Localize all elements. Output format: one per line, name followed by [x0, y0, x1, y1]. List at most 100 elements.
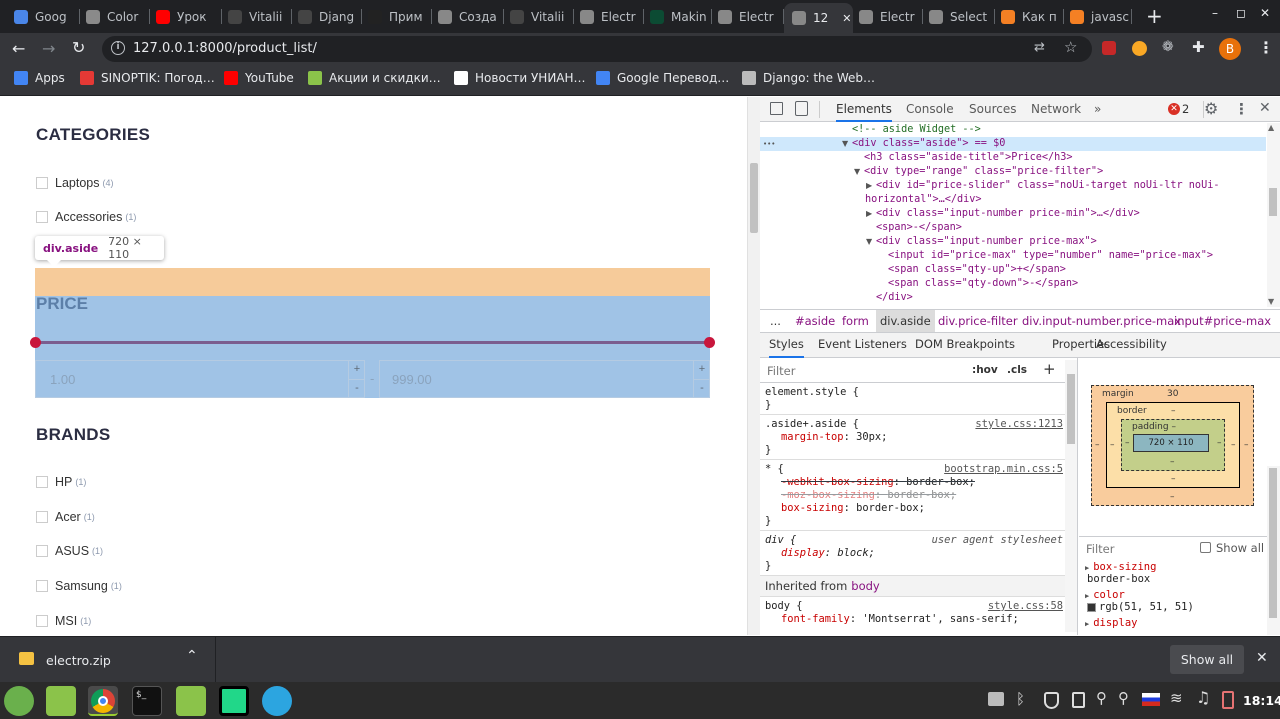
css-property[interactable]: margin-top: 30px; — [781, 431, 887, 443]
styles-scrollbar-thumb[interactable] — [1067, 374, 1075, 444]
sound-icon[interactable]: ♫ — [1196, 688, 1210, 707]
browser-tab[interactable]: Electr — [853, 4, 923, 29]
price-max-input[interactable]: 999.00 + - — [379, 360, 710, 398]
devtools-tab[interactable]: Elements — [836, 97, 892, 122]
bookmark-item[interactable]: Акции и скидки… — [308, 71, 441, 85]
clipboard-icon[interactable] — [1072, 692, 1085, 708]
price-slider-min-handle[interactable] — [30, 337, 41, 348]
browser-tab[interactable]: Как п — [995, 4, 1064, 29]
dom-node-line[interactable]: ▼ <div class="input-number price-max"> — [760, 235, 1266, 249]
computed-scrollbar-thumb[interactable] — [1269, 468, 1277, 618]
computed-property[interactable]: ▶ color rgb(51, 51, 51) — [1085, 589, 1194, 613]
filter-checkbox-item[interactable]: Laptops (4) — [36, 176, 113, 190]
breadcrumb-item[interactable]: input#price-max — [1170, 310, 1275, 332]
filter-checkbox-item[interactable]: HP (1) — [36, 475, 86, 489]
dom-node-line[interactable]: <span>-</span> — [760, 221, 1266, 235]
css-source-link[interactable]: style.css:1213 — [975, 418, 1063, 430]
computed-property[interactable]: ▶ display — [1085, 617, 1137, 629]
breadcrumb-item[interactable]: div.input-number.price-max — [1018, 310, 1185, 332]
filter-checkbox-item[interactable]: ASUS (1) — [36, 544, 103, 558]
forward-icon[interactable]: → — [42, 39, 55, 58]
expand-arrow-icon[interactable]: ▼ — [866, 235, 872, 249]
devtools-menu-icon[interactable]: ⋮ — [1234, 100, 1249, 118]
hover-state-toggle[interactable]: :hov — [972, 364, 998, 376]
ublock-icon[interactable] — [1102, 41, 1116, 55]
location-icon[interactable]: ⚲ — [1118, 689, 1129, 707]
dom-node-line[interactable]: ▶ <div id="price-slider" class="noUi-targ… — [760, 179, 1266, 193]
dom-scrollbar-thumb[interactable] — [1269, 188, 1277, 216]
browser-tab[interactable]: 12 ✕ — [784, 3, 853, 33]
wifi-icon[interactable]: ≋ — [1170, 689, 1183, 707]
terminal-icon[interactable]: $_ — [132, 686, 162, 716]
css-source-link[interactable]: bootstrap.min.css:5 — [944, 463, 1063, 475]
bookmark-item[interactable]: YouTube — [224, 71, 294, 85]
browser-tab[interactable]: Color — [80, 4, 150, 29]
address-bar[interactable]: i 127.0.0.1:8000/product_list/ ⇄ ☆ — [102, 36, 1092, 62]
expand-arrow-icon[interactable]: ▶ — [866, 179, 872, 193]
breadcrumb-item[interactable]: form — [838, 310, 873, 332]
download-filename[interactable]: electro.zip — [46, 653, 111, 668]
dom-node-line[interactable]: <!-- aside Widget --> — [760, 123, 1266, 137]
browser-tab[interactable]: Vitalii — [222, 4, 292, 29]
browser-tab[interactable]: Makin — [644, 4, 712, 29]
price-max-qty-up[interactable]: + — [693, 361, 710, 379]
filter-checkbox-item[interactable]: Acer (1) — [36, 510, 95, 524]
checkbox[interactable] — [36, 580, 48, 592]
styles-subtab[interactable]: Event Listeners — [818, 333, 907, 358]
dom-node-line[interactable]: <span class="qty-up">+</span> — [760, 263, 1266, 277]
styles-subtab[interactable]: Styles — [769, 333, 804, 358]
checkbox[interactable] — [36, 177, 48, 189]
devtools-tab[interactable]: Console — [906, 97, 954, 122]
mint-menu-icon[interactable] — [4, 686, 34, 716]
shield-icon[interactable] — [1044, 692, 1059, 709]
browser-tab[interactable]: Созда — [432, 4, 504, 29]
download-options-chevron-icon[interactable]: ⌃ — [186, 648, 198, 664]
show-all-checkbox[interactable] — [1200, 542, 1211, 553]
bookmark-star-icon[interactable]: ☆ — [1064, 38, 1077, 56]
styles-subtab[interactable]: Accessibility — [1096, 333, 1167, 358]
clock[interactable]: 18:14 — [1243, 693, 1280, 708]
computed-scrollbar[interactable] — [1267, 466, 1280, 635]
filter-checkbox-item[interactable]: Accessories (1) — [36, 210, 136, 224]
dom-tree[interactable]: <!-- aside Widget --> ••• ▼ <div class="asi… — [760, 123, 1266, 307]
telegram-icon[interactable] — [262, 686, 292, 716]
page-scrollbar[interactable] — [747, 97, 760, 635]
bookmark-item[interactable]: Google Перевод… — [596, 71, 729, 85]
devtools-tab[interactable]: Sources — [969, 97, 1016, 122]
browser-tab[interactable]: Vitalii — [504, 4, 574, 29]
css-property[interactable]: display: block; — [781, 547, 875, 559]
css-rule[interactable]: element.style {} — [760, 383, 1065, 415]
styles-filter-input[interactable]: Filter — [767, 364, 795, 378]
price-min-qty-down[interactable]: - — [348, 379, 365, 397]
menu-kebab-icon[interactable]: ⋮ — [1258, 38, 1274, 57]
dom-node-line[interactable]: <h3 class="aside-title">Price</h3> — [760, 151, 1266, 165]
devtools-tab[interactable]: » — [1094, 97, 1101, 122]
browser-tab[interactable]: Select — [923, 4, 995, 29]
new-tab-icon[interactable]: + — [1146, 4, 1163, 28]
browser-tab[interactable]: Goog — [8, 4, 80, 29]
bluetooth-icon[interactable]: ᛒ — [1016, 690, 1025, 708]
bookmark-item[interactable]: Новости УНИАН… — [454, 71, 586, 85]
breadcrumb-item[interactable]: div.aside — [876, 310, 935, 332]
extension-owl-icon[interactable] — [1132, 41, 1147, 56]
close-download-bar-icon[interactable]: ✕ — [1256, 650, 1268, 666]
browser-tab[interactable]: Djang — [292, 4, 362, 29]
files-icon[interactable] — [176, 686, 206, 716]
price-slider-track[interactable] — [35, 341, 710, 344]
expand-arrow-icon[interactable]: ▶ — [1085, 564, 1089, 572]
show-all-label[interactable]: Show all — [1216, 541, 1264, 555]
bookmark-item[interactable]: Django: the Web… — [742, 71, 875, 85]
pycharm-icon[interactable] — [219, 686, 249, 716]
dom-node-line[interactable]: ▶ <div class="input-number price-min">…</… — [760, 207, 1266, 221]
extensions-puzzle-icon[interactable]: ✚ — [1192, 38, 1205, 56]
inherited-from-link[interactable]: body — [851, 579, 879, 593]
computed-property[interactable]: ▶ box-sizing border-box — [1085, 561, 1156, 585]
checkbox[interactable] — [36, 511, 48, 523]
scroll-down-arrow-icon[interactable]: ▼ — [1268, 297, 1274, 306]
error-count[interactable]: 2 — [1182, 102, 1189, 116]
expand-arrow-icon[interactable]: ▼ — [842, 137, 848, 151]
class-toggle[interactable]: .cls — [1007, 364, 1027, 376]
dom-node-line[interactable]: ▼ <div type="range" class="price-filter"> — [760, 165, 1266, 179]
checkbox[interactable] — [36, 615, 48, 627]
css-property[interactable]: box-sizing: border-box; — [781, 502, 925, 514]
